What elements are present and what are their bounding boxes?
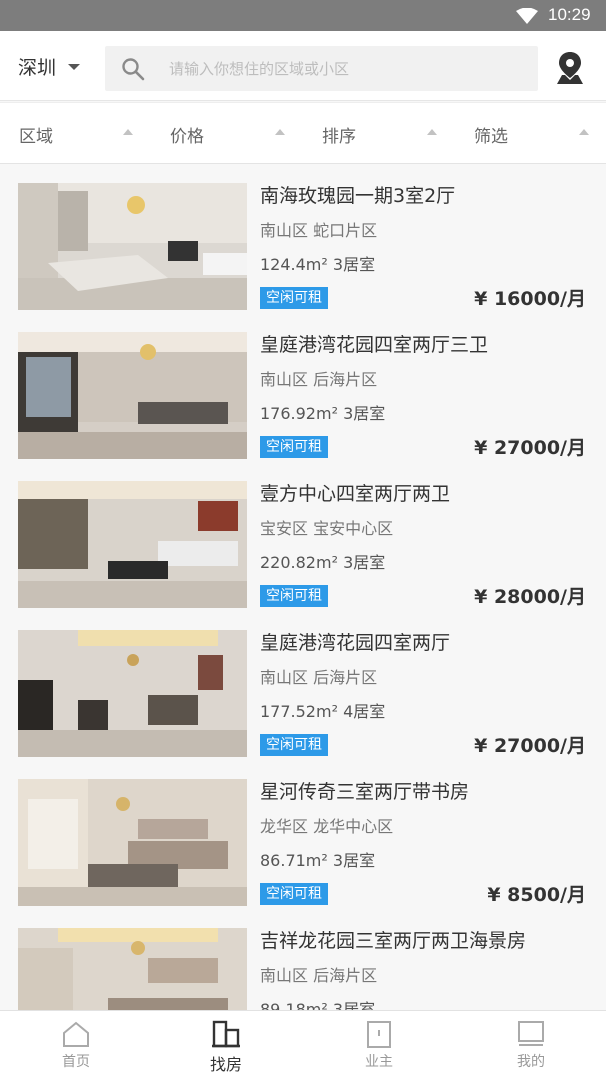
filter-screen[interactable]: 筛选 (474, 103, 508, 165)
listing-size: 86.71m² 3居室 (260, 851, 376, 870)
filter-sort-label: 排序 (322, 126, 356, 147)
tab-mine[interactable]: 我的 (455, 1011, 606, 1080)
listing-photo (18, 630, 247, 757)
listing-item[interactable]: 星河传奇三室两厅带书房 龙华区 龙华中心区 86.71m² 3居室 空闲可租 ¥… (0, 761, 606, 911)
filter-price[interactable]: 价格 (170, 103, 204, 165)
listing-item[interactable]: 壹方中心四室两厅两卫 宝安区 宝安中心区 220.82m² 3居室 空闲可租 ¥… (0, 463, 606, 613)
top-bar: 深圳 (0, 31, 606, 101)
listing-item[interactable]: 皇庭港湾花园四室两厅 南山区 后海片区 177.52m² 4居室 空闲可租 ¥ … (0, 612, 606, 762)
listing-price: ¥ 16000/月 (474, 288, 586, 310)
listing-title[interactable]: 吉祥龙花园三室两厅两卫海景房 (260, 926, 526, 953)
bottom-tab-bar: 首页 找房 业主 我的 (0, 1010, 606, 1080)
listing-item[interactable]: 皇庭港湾花园四室两厅三卫 南山区 后海片区 176.92m² 3居室 空闲可租 … (0, 314, 606, 464)
filter-screen-label: 筛选 (474, 126, 508, 147)
listing-title[interactable]: 南海玫瑰园一期3室2厅 (260, 181, 455, 208)
listing-district: 宝安区 宝安中心区 (260, 519, 394, 538)
listing-district: 南山区 蛇口片区 (260, 221, 378, 240)
listing-item[interactable]: 南海玫瑰园一期3室2厅 南山区 蛇口片区 124.4m² 3居室 空闲可租 ¥ … (0, 165, 606, 315)
listing-price: ¥ 27000/月 (474, 437, 586, 459)
building-icon (212, 1020, 240, 1048)
listing-photo (18, 779, 247, 906)
listing-price: ¥ 8500/月 (487, 884, 586, 906)
location-pin-icon[interactable] (555, 51, 585, 85)
listing-photo (18, 928, 247, 1010)
listing-size: 177.52m² 4居室 (260, 702, 386, 721)
listing-district: 南山区 后海片区 (260, 966, 378, 985)
monitor-icon (518, 1021, 544, 1046)
search-box[interactable] (105, 46, 538, 91)
listing-size: 220.82m² 3居室 (260, 553, 386, 572)
tab-home[interactable]: 首页 (0, 1011, 152, 1080)
tab-owner[interactable]: 业主 (303, 1011, 455, 1080)
listing-title[interactable]: 壹方中心四室两厅两卫 (260, 479, 450, 506)
status-bar: 10:29 (0, 0, 606, 31)
listing-size: 176.92m² 3居室 (260, 404, 386, 423)
filter-screen-arrow-icon (579, 129, 589, 135)
listing-price: ¥ 27000/月 (474, 735, 586, 757)
door-icon (367, 1021, 391, 1048)
status-time: 10:29 (548, 5, 591, 24)
availability-badge: 空闲可租 (260, 883, 328, 905)
filter-area-label: 区域 (19, 126, 53, 147)
tab-find-house[interactable]: 找房 (150, 1011, 302, 1080)
caret-down-icon (68, 63, 81, 70)
filter-sort[interactable]: 排序 (322, 103, 356, 165)
filter-bar: 区域 价格 排序 筛选 (0, 102, 606, 164)
listing-list[interactable]: 南海玫瑰园一期3室2厅 南山区 蛇口片区 124.4m² 3居室 空闲可租 ¥ … (0, 165, 606, 1010)
availability-badge: 空闲可租 (260, 585, 328, 607)
wifi-icon (516, 8, 538, 24)
listing-photo (18, 481, 247, 608)
listing-title[interactable]: 皇庭港湾花园四室两厅三卫 (260, 330, 488, 357)
tab-home-label: 首页 (62, 1054, 90, 1070)
listing-photo (18, 332, 247, 459)
city-label: 深圳 (18, 57, 57, 79)
listing-title[interactable]: 星河传奇三室两厅带书房 (260, 777, 469, 804)
search-icon (122, 58, 145, 81)
tab-owner-label: 业主 (365, 1054, 393, 1070)
listing-size: 124.4m² 3居室 (260, 255, 376, 274)
city-selector[interactable]: 深圳 (18, 53, 81, 80)
listing-district: 龙华区 龙华中心区 (260, 817, 394, 836)
listing-district: 南山区 后海片区 (260, 668, 378, 687)
search-input[interactable] (169, 46, 529, 91)
tab-find-house-label: 找房 (209, 1055, 242, 1074)
availability-badge: 空闲可租 (260, 734, 328, 756)
filter-price-arrow-icon (275, 129, 285, 135)
filter-price-label: 价格 (170, 126, 204, 147)
listing-size: 89.18m² 3居室 (260, 1000, 376, 1010)
availability-badge: 空闲可租 (260, 287, 328, 309)
listing-photo (18, 183, 247, 310)
listing-title[interactable]: 皇庭港湾花园四室两厅 (260, 628, 450, 655)
filter-area[interactable]: 区域 (19, 103, 53, 165)
filter-sort-arrow-icon (427, 129, 437, 135)
tab-mine-label: 我的 (517, 1054, 545, 1070)
filter-area-arrow-icon (123, 129, 133, 135)
home-icon (63, 1021, 89, 1047)
availability-badge: 空闲可租 (260, 436, 328, 458)
listing-item[interactable]: 吉祥龙花园三室两厅两卫海景房 南山区 后海片区 89.18m² 3居室 (0, 910, 606, 1010)
listing-district: 南山区 后海片区 (260, 370, 378, 389)
listing-price: ¥ 28000/月 (474, 586, 586, 608)
